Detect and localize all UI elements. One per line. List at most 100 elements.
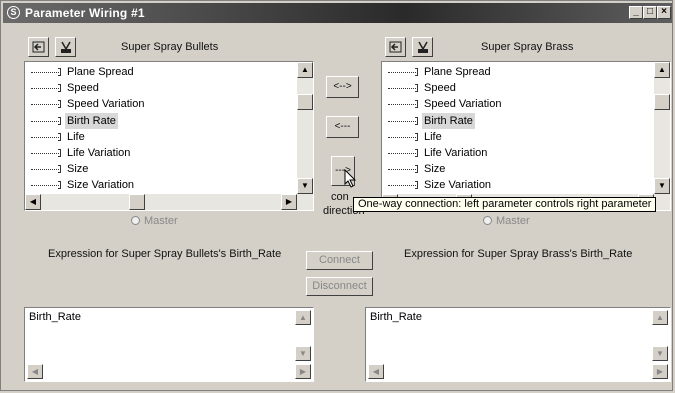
tree-item[interactable]: Birth Rate (25, 112, 297, 129)
tree-item[interactable]: Size Variation (25, 177, 297, 193)
left-expression-editor[interactable]: Birth_Rate ▲ ▼ ◀ ▶ (24, 307, 314, 382)
tree-line (31, 169, 59, 171)
right-parameter-tree[interactable]: Plane Spread Speed Speed Variation Birth Ra… (381, 61, 671, 211)
control-direction-label-1: con (331, 191, 349, 203)
tree-node-icon (58, 116, 61, 125)
tree-node-icon (58, 132, 61, 141)
scroll-down-icon[interactable]: ▼ (652, 346, 668, 361)
disconnect-button[interactable]: Disconnect (306, 277, 373, 296)
tree-item[interactable]: Size (382, 161, 654, 177)
tree-item[interactable]: Plane Spread (382, 64, 654, 80)
scroll-down-icon[interactable]: ▼ (297, 178, 313, 194)
tree-item-label: Birth Rate (422, 112, 475, 129)
window-title: Parameter Wiring #1 (25, 6, 145, 20)
scroll-right-icon[interactable]: ▶ (281, 194, 297, 210)
tree-line (388, 169, 416, 171)
radio-icon (131, 216, 140, 225)
tree-item[interactable]: Speed (382, 80, 654, 96)
tree-line (388, 120, 416, 122)
minimize-button[interactable]: _ (629, 6, 643, 19)
tree-node-icon (415, 132, 418, 141)
lock-icon (417, 41, 428, 53)
tree-line (31, 72, 59, 73)
left-parameter-tree[interactable]: Plane Spread Speed Speed Variation Birth Ra… (24, 61, 314, 211)
title-bar[interactable]: S Parameter Wiring #1 _ □ × (3, 3, 672, 23)
left-vscroll-thumb[interactable] (297, 94, 313, 110)
lock-button[interactable] (55, 37, 76, 57)
right-vscroll-thumb[interactable] (654, 94, 670, 110)
scroll-right-icon[interactable]: ▶ (652, 364, 668, 379)
left-master-radio[interactable]: Master (131, 215, 178, 227)
scroll-left-icon[interactable]: ◀ (368, 364, 384, 379)
back-icon (32, 41, 45, 53)
tree-item[interactable]: Speed Variation (25, 96, 297, 112)
left-vertical-scrollbar[interactable]: ▲ ▼ (297, 62, 313, 194)
scroll-up-icon[interactable]: ▲ (654, 62, 670, 78)
scroll-left-icon[interactable]: ◀ (27, 364, 43, 379)
tree-item-label: Speed (424, 82, 456, 95)
tree-line (31, 104, 59, 106)
maximize-button[interactable]: □ (643, 6, 657, 19)
tree-node-icon (415, 181, 418, 190)
tree-node-icon (58, 68, 61, 76)
left-master-label: Master (144, 215, 178, 227)
radio-icon (483, 216, 492, 225)
left-horizontal-scrollbar[interactable]: ◀ ▶ (25, 194, 313, 210)
back-icon (389, 41, 402, 53)
lock-icon (60, 41, 71, 53)
tree-item[interactable]: Speed Variation (382, 96, 654, 112)
scroll-right-icon[interactable]: ▶ (295, 364, 311, 379)
right-expression-text: Birth_Rate (370, 311, 422, 323)
scroll-left-icon[interactable]: ◀ (25, 194, 41, 210)
close-button[interactable]: × (657, 6, 671, 19)
scroll-down-icon[interactable]: ▼ (295, 346, 311, 361)
tree-item[interactable]: Birth Rate (382, 112, 654, 129)
two-way-connection-button[interactable]: <--> (326, 76, 359, 98)
tree-line (31, 88, 59, 90)
left-hscroll-thumb[interactable] (129, 194, 145, 210)
back-button[interactable] (28, 37, 49, 57)
tree-item-label: Life (424, 130, 442, 143)
scroll-up-icon[interactable]: ▲ (652, 310, 668, 325)
tree-item[interactable]: Size (25, 161, 297, 177)
right-master-radio[interactable]: Master (483, 215, 530, 227)
left-expression-label: Expression for Super Spray Bullets's Bir… (48, 248, 282, 260)
right-panel-title: Super Spray Brass (481, 41, 574, 53)
tree-line (31, 136, 59, 138)
back-button-right[interactable] (385, 37, 406, 57)
tree-item[interactable]: Plane Spread (25, 64, 297, 80)
right-controls-left-button[interactable]: <--- (326, 116, 359, 138)
tree-item-label: Plane Spread (424, 66, 491, 78)
tree-item-label: Size Variation (424, 179, 492, 192)
tree-node-icon (58, 84, 61, 93)
tree-node-icon (58, 148, 61, 157)
tree-node-icon (58, 165, 61, 174)
tree-item[interactable]: Life (25, 129, 297, 145)
connection-tooltip: One-way connection: left parameter contr… (353, 197, 657, 212)
tree-item-label: Birth Rate (65, 112, 118, 129)
tree-line (31, 120, 59, 122)
tree-line (31, 152, 59, 154)
scroll-down-icon[interactable]: ▼ (654, 178, 670, 194)
tree-item-label: Size Variation (67, 179, 135, 192)
tree-line (388, 72, 416, 73)
tree-node-icon (415, 148, 418, 157)
tree-item[interactable]: Life Variation (25, 145, 297, 161)
tree-item-label: Life Variation (67, 146, 131, 159)
title-icon: S (7, 6, 20, 19)
right-expression-editor[interactable]: Birth_Rate ▲ ▼ ◀ ▶ (365, 307, 671, 382)
scroll-up-icon[interactable]: ▲ (295, 310, 311, 325)
scroll-up-icon[interactable]: ▲ (297, 62, 313, 78)
lock-button-right[interactable] (412, 37, 433, 57)
tree-item[interactable]: Speed (25, 80, 297, 96)
tree-item-label: Size (424, 163, 446, 176)
connect-button[interactable]: Connect (306, 251, 373, 270)
tree-node-icon (415, 84, 418, 93)
tree-item-label: Speed Variation (67, 98, 145, 111)
tree-item[interactable]: Size Variation (382, 177, 654, 193)
tree-item[interactable]: Life Variation (382, 145, 654, 161)
right-vertical-scrollbar[interactable]: ▲ ▼ (654, 62, 670, 194)
parameter-wiring-window: S Parameter Wiring #1 _ □ × Super Spray … (0, 0, 673, 391)
mouse-cursor-icon (344, 169, 357, 188)
tree-item[interactable]: Life (382, 129, 654, 145)
